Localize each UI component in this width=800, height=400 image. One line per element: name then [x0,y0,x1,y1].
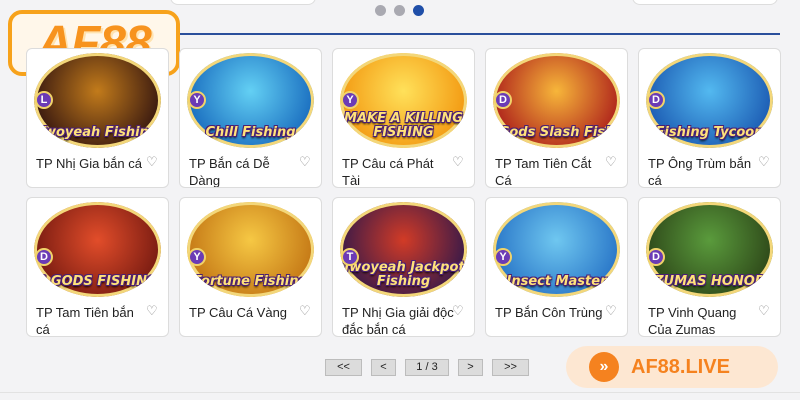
game-card[interactable]: Fishing Tycoon D TP Ông Trùm bắn cá ♡ [638,48,781,188]
game-thumbnail[interactable]: 3 GODS FISHING [34,202,161,297]
game-name[interactable]: TP Bắn cá Dễ Dàng [189,155,301,187]
last-page-button[interactable]: >> [492,359,529,376]
favorite-heart-icon[interactable]: ♡ [146,154,158,170]
favorite-heart-icon[interactable]: ♡ [299,154,311,170]
game-card[interactable]: Insect Master Y TP Bắn Côn Trùng ♡ [485,197,628,337]
favorite-heart-icon[interactable]: ♡ [452,303,464,319]
game-name[interactable]: TP Tam Tiên bắn cá [36,304,148,336]
game-logo-text: Chill Fishing [205,125,296,140]
next-page-button[interactable]: > [458,359,483,376]
game-thumbnail[interactable]: Insect Master [493,202,620,297]
game-thumbnail[interactable]: Fortune Fishing [187,202,314,297]
provider-emblem-icon: Y [341,91,359,109]
game-card[interactable]: Gods Slash Fish D TP Tam Tiên Cắt Cá ♡ [485,48,628,188]
carousel-dot-active[interactable] [413,5,424,16]
page-indicator: 1 / 3 [405,359,449,376]
game-name[interactable]: TP Ông Trùm bắn cá [648,155,760,187]
site-badge-text: AF88.LIVE [631,355,730,378]
game-name[interactable]: TP Nhị Gia bắn cá [36,155,148,172]
game-logo-text: MAKE A KILLING FISHING [344,111,463,140]
game-logo-text: Twoyeah Jackpot Fishing [342,260,465,289]
favorite-heart-icon[interactable]: ♡ [146,303,158,319]
game-thumbnail[interactable]: ZUMAS HONOR [646,202,773,297]
carousel-dot[interactable] [394,5,405,16]
game-logo-text: 3 GODS FISHING [37,274,158,289]
game-thumbnail[interactable]: Twoyeah Jackpot Fishing [340,202,467,297]
game-logo-text: Gods Slash Fish [498,125,615,140]
game-logo-text: ZUMAS HONOR [654,274,765,289]
carousel-dots [375,5,424,16]
page: AF88 Twoyeah Fishing L TP Nhị Gia bắn cá ♡ C… [0,0,800,400]
game-card[interactable]: Twoyeah Jackpot Fishing T TP Nhị Gia giải … [332,197,475,337]
partial-card [170,0,316,5]
favorite-heart-icon[interactable]: ♡ [452,154,464,170]
provider-emblem-icon: T [341,248,359,266]
favorite-heart-icon[interactable]: ♡ [758,303,770,319]
provider-emblem-icon: D [647,248,665,266]
game-card[interactable]: Twoyeah Fishing L TP Nhị Gia bắn cá ♡ [26,48,169,188]
game-card[interactable]: MAKE A KILLING FISHING Y TP Câu cá Phát Tà… [332,48,475,188]
first-page-button[interactable]: << [325,359,362,376]
provider-emblem-icon: L [35,91,53,109]
game-card[interactable]: Fortune Fishing Y TP Câu Cá Vàng ♡ [179,197,322,337]
bottom-divider [0,392,800,393]
game-name[interactable]: TP Vinh Quang Của Zumas [648,304,760,336]
provider-emblem-icon: D [494,91,512,109]
pagination: << < 1 / 3 > >> [325,359,529,376]
game-logo-text: Twoyeah Fishing [36,125,159,140]
favorite-heart-icon[interactable]: ♡ [605,154,617,170]
prev-page-button[interactable]: < [371,359,396,376]
game-thumbnail[interactable]: Twoyeah Fishing [34,53,161,148]
site-badge[interactable]: » AF88.LIVE [566,346,778,388]
favorite-heart-icon[interactable]: ♡ [299,303,311,319]
favorite-heart-icon[interactable]: ♡ [605,303,617,319]
game-thumbnail[interactable]: Chill Fishing [187,53,314,148]
game-name[interactable]: TP Câu Cá Vàng [189,304,301,321]
game-card[interactable]: ZUMAS HONOR D TP Vinh Quang Của Zumas ♡ [638,197,781,337]
game-logo-text: Fishing Tycoon [655,125,764,140]
game-card[interactable]: 3 GODS FISHING D TP Tam Tiên bắn cá ♡ [26,197,169,337]
game-name[interactable]: TP Bắn Côn Trùng [495,304,607,321]
carousel-dot[interactable] [375,5,386,16]
favorite-heart-icon[interactable]: ♡ [758,154,770,170]
game-thumbnail[interactable]: MAKE A KILLING FISHING [340,53,467,148]
game-card[interactable]: Chill Fishing Y TP Bắn cá Dễ Dàng ♡ [179,48,322,188]
game-name[interactable]: TP Tam Tiên Cắt Cá [495,155,607,187]
game-name[interactable]: TP Câu cá Phát Tài [342,155,454,187]
provider-emblem-icon: Y [494,248,512,266]
double-chevron-right-icon: » [589,352,619,382]
game-name[interactable]: TP Nhị Gia giải độc đắc bắn cá [342,304,454,336]
provider-emblem-icon: D [35,248,53,266]
game-logo-text: Insect Master [506,274,607,289]
provider-emblem-icon: Y [188,91,206,109]
game-thumbnail[interactable]: Fishing Tycoon [646,53,773,148]
provider-emblem-icon: D [647,91,665,109]
game-logo-text: Fortune Fishing [193,274,308,289]
partial-card [632,0,778,5]
provider-emblem-icon: Y [188,248,206,266]
game-thumbnail[interactable]: Gods Slash Fish [493,53,620,148]
